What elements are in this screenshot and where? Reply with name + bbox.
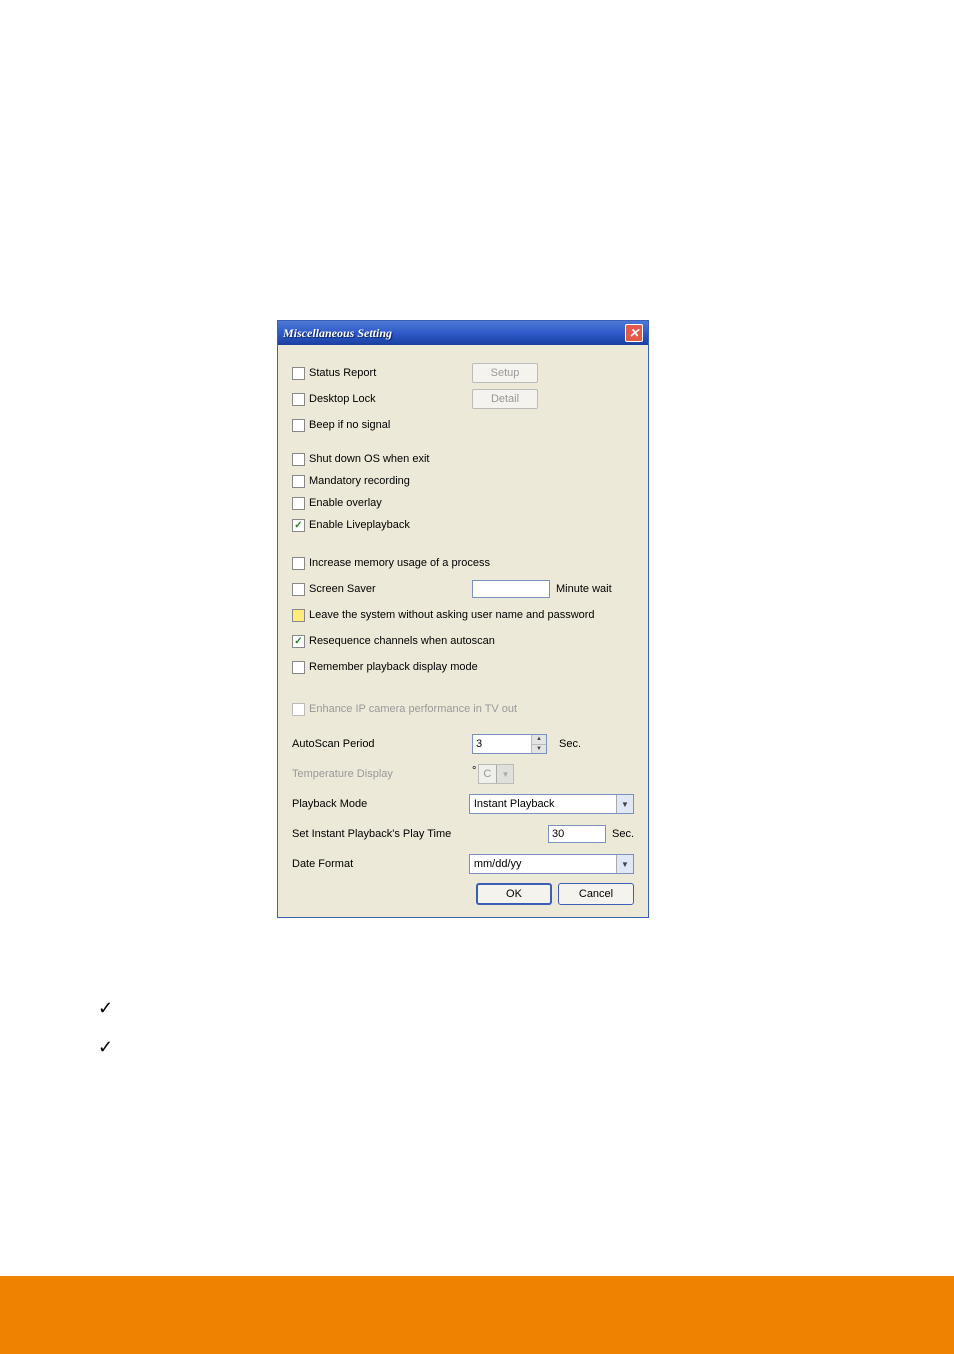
playback-mode-select[interactable]: Instant Playback ▼ [469,794,634,814]
leave-system-label: Leave the system without asking user nam… [309,609,595,621]
beep-checkbox[interactable] [292,419,305,432]
increase-memory-label: Increase memory usage of a process [309,557,490,569]
date-format-select[interactable]: mm/dd/yy ▼ [469,854,634,874]
enable-liveplayback-label: Enable Liveplayback [309,519,410,531]
leave-system-checkbox[interactable] [292,609,305,622]
autoscan-period-label: AutoScan Period [292,738,472,750]
screen-saver-input[interactable] [472,580,550,598]
instant-playtime-label: Set Instant Playback's Play Time [292,828,470,840]
minute-wait-label: Minute wait [556,583,612,595]
remember-playback-label: Remember playback display mode [309,661,478,673]
date-format-value: mm/dd/yy [474,858,616,870]
status-report-label: Status Report [309,367,376,379]
playback-mode-value: Instant Playback [474,798,616,810]
spinner-down-icon[interactable]: ▼ [532,745,546,754]
autoscan-unit-label: Sec. [559,738,581,750]
temperature-value: C [483,768,496,780]
instant-playtime-unit: Sec. [612,828,634,840]
chevron-down-icon[interactable]: ▼ [616,855,633,873]
enable-overlay-label: Enable overlay [309,497,382,509]
increase-memory-checkbox[interactable] [292,557,305,570]
enable-liveplayback-checkbox[interactable] [292,519,305,532]
close-button[interactable]: ✕ [625,324,643,342]
checkmark-icon: ✓ [98,1037,113,1058]
temperature-display-label: Temperature Display [292,768,472,780]
miscellaneous-setting-dialog: Miscellaneous Setting ✕ Status Report Se… [277,320,649,918]
dialog-title: Miscellaneous Setting [283,326,392,341]
detail-button: Detail [472,389,538,409]
chevron-down-icon[interactable]: ▼ [616,795,633,813]
shutdown-os-checkbox[interactable] [292,453,305,466]
footer-bar [0,1276,954,1354]
autoscan-period-input[interactable] [473,735,531,753]
cancel-button[interactable]: Cancel [558,883,634,905]
playback-mode-label: Playback Mode [292,798,469,810]
remember-playback-checkbox[interactable] [292,661,305,674]
resequence-label: Resequence channels when autoscan [309,635,495,647]
spinner-up-icon[interactable]: ▲ [532,735,546,745]
desktop-lock-label: Desktop Lock [309,393,376,405]
checkmark-list: ✓ ✓ [98,998,113,1076]
screen-saver-checkbox[interactable] [292,583,305,596]
desktop-lock-checkbox[interactable] [292,393,305,406]
setup-button: Setup [472,363,538,383]
temperature-select: C ▼ [478,764,514,784]
dialog-body: Status Report Setup Desktop Lock Detail … [278,345,648,917]
degree-symbol: ° [472,765,476,777]
titlebar: Miscellaneous Setting ✕ [278,321,648,345]
instant-playtime-input[interactable] [548,825,606,843]
resequence-checkbox[interactable] [292,635,305,648]
enable-overlay-checkbox[interactable] [292,497,305,510]
autoscan-period-spinner[interactable]: ▲ ▼ [472,734,547,754]
shutdown-os-label: Shut down OS when exit [309,453,429,465]
checkmark-icon: ✓ [98,998,113,1019]
chevron-down-icon: ▼ [496,765,513,783]
beep-label: Beep if no signal [309,419,390,431]
enhance-ip-label: Enhance IP camera performance in TV out [309,703,517,715]
mandatory-recording-checkbox[interactable] [292,475,305,488]
close-icon: ✕ [629,326,639,341]
ok-button[interactable]: OK [476,883,552,905]
screen-saver-label: Screen Saver [309,583,376,595]
date-format-label: Date Format [292,858,469,870]
status-report-checkbox[interactable] [292,367,305,380]
mandatory-recording-label: Mandatory recording [309,475,410,487]
enhance-ip-checkbox [292,703,305,716]
